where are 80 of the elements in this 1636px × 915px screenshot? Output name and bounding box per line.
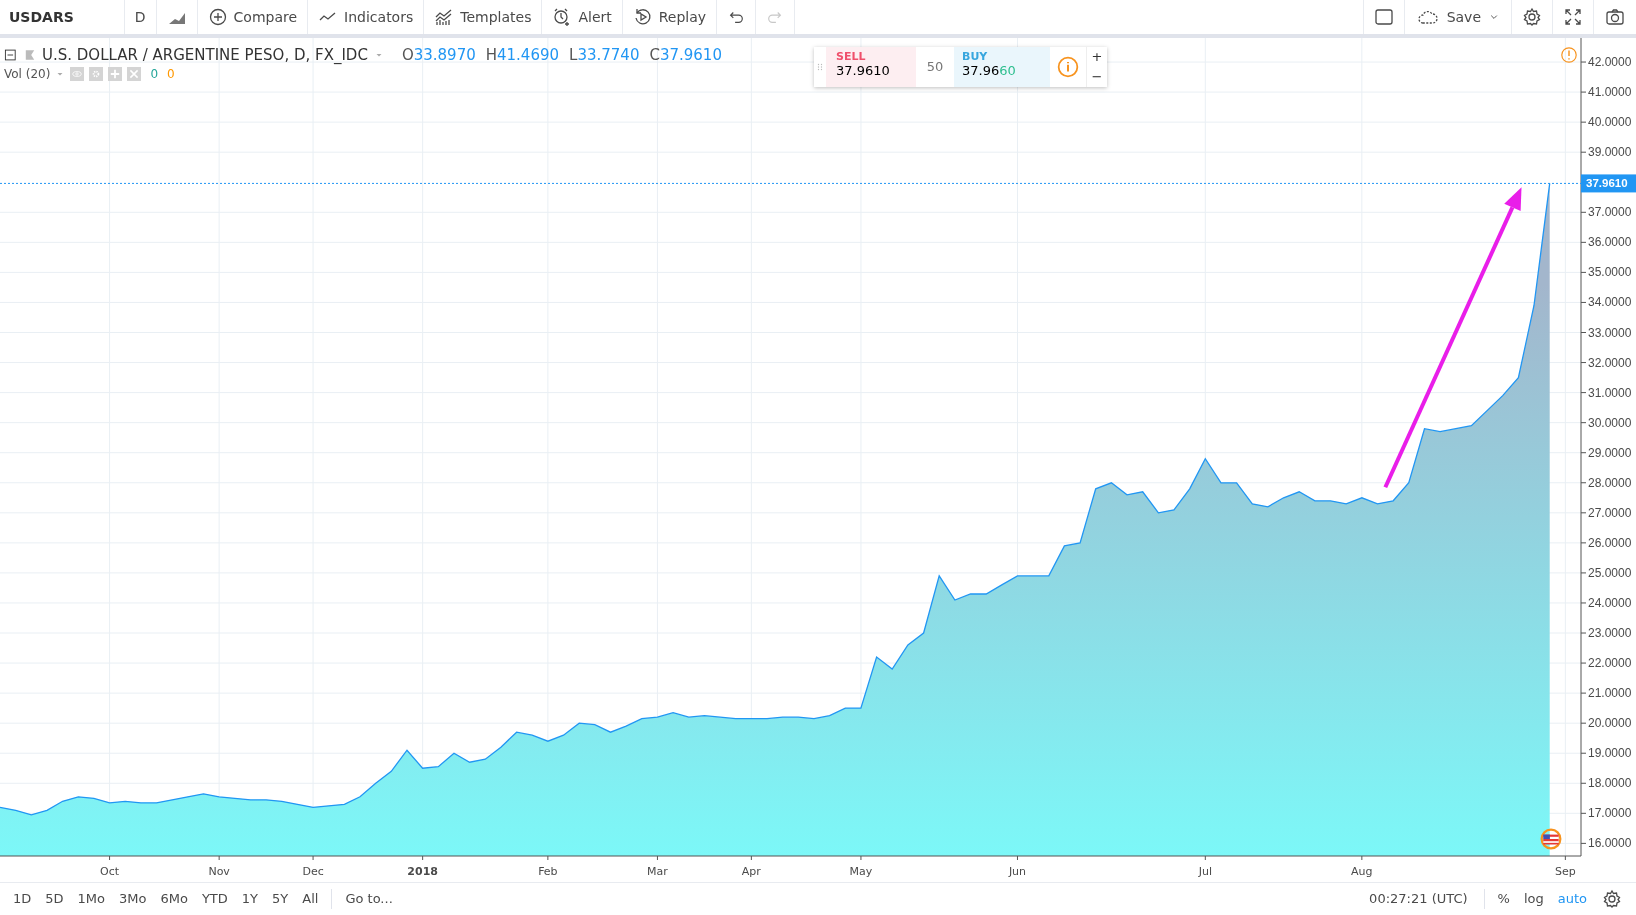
sell-button[interactable]: SELL 37.9610 bbox=[826, 46, 916, 87]
goto-button[interactable]: Go to... bbox=[338, 891, 400, 907]
range-button[interactable]: 5D bbox=[38, 891, 71, 907]
axis-label: 25.0000 bbox=[1588, 565, 1632, 580]
current-price-label: 37.9610 bbox=[1581, 173, 1636, 192]
ref-line-label: 37.9610 bbox=[1586, 176, 1628, 189]
range-button[interactable]: 6Mo bbox=[153, 891, 195, 907]
camera-icon bbox=[1604, 6, 1626, 27]
scale-toggle[interactable]: % bbox=[1490, 891, 1517, 907]
plus-glyph-icon bbox=[109, 67, 122, 80]
axis-label: Apr bbox=[741, 864, 761, 878]
decrease-button[interactable]: − bbox=[1087, 66, 1107, 87]
axis-label: Oct bbox=[100, 864, 120, 878]
axis-label: Jul bbox=[1198, 864, 1212, 878]
axis-label: Dec bbox=[302, 864, 324, 878]
plus-circle-icon bbox=[207, 6, 228, 27]
replay-icon bbox=[632, 6, 653, 27]
axis-label: 21.0000 bbox=[1588, 685, 1632, 700]
axis-label: 23.0000 bbox=[1588, 625, 1632, 640]
axis-label: 32.0000 bbox=[1588, 355, 1632, 370]
fullscreen-icon bbox=[1563, 6, 1583, 27]
square-icon bbox=[1373, 6, 1394, 27]
axis-label: 24.0000 bbox=[1588, 595, 1632, 610]
axis-label: Jun bbox=[1008, 864, 1027, 878]
axis-label: 22.0000 bbox=[1588, 655, 1632, 670]
study-value: 0 bbox=[167, 66, 175, 81]
axis-label: 16.0000 bbox=[1588, 835, 1632, 850]
flag-icon bbox=[24, 48, 36, 61]
axis-label: 40.0000 bbox=[1588, 114, 1632, 129]
axis-label: 36.0000 bbox=[1588, 234, 1632, 249]
axis-label: 26.0000 bbox=[1588, 535, 1632, 550]
flag-badge-icon bbox=[1540, 827, 1562, 850]
axis-label: 18.0000 bbox=[1588, 775, 1632, 790]
axis-label: Nov bbox=[208, 864, 230, 878]
axis-label: 29.0000 bbox=[1588, 445, 1632, 460]
range-button[interactable]: YTD bbox=[194, 891, 235, 907]
study-label[interactable]: Vol (20) bbox=[4, 66, 51, 81]
spread-value: 50 bbox=[925, 58, 945, 76]
axis-label: 19.0000 bbox=[1588, 745, 1632, 760]
axis-label: Feb bbox=[538, 864, 558, 878]
axis-label: 31.0000 bbox=[1588, 385, 1632, 400]
axis-label: May bbox=[849, 864, 873, 878]
ohlc-value: L33.7740 bbox=[569, 45, 640, 64]
ohlc-value: C37.9610 bbox=[649, 45, 722, 64]
gear-icon bbox=[1522, 6, 1542, 27]
axis-label: 30.0000 bbox=[1588, 415, 1632, 430]
increase-button[interactable]: + bbox=[1087, 46, 1107, 67]
axis-label: 39.0000 bbox=[1588, 144, 1632, 159]
range-button[interactable]: 5Y bbox=[265, 891, 296, 907]
buy-button[interactable]: BUY 37.9660 bbox=[954, 46, 1050, 87]
range-button[interactable]: 1D bbox=[6, 891, 39, 907]
range-button[interactable]: 1Mo bbox=[70, 891, 112, 907]
scale-toggle[interactable]: log bbox=[1516, 891, 1551, 907]
range-button[interactable]: All bbox=[295, 891, 326, 907]
ohlc-value: O33.8970 bbox=[401, 45, 476, 64]
axis-label: 41.0000 bbox=[1588, 84, 1632, 99]
warning-icon bbox=[1560, 45, 1578, 64]
study-value: 0 bbox=[150, 66, 159, 81]
axis-label: 42.0000 bbox=[1588, 54, 1632, 69]
ohlc-value: H41.4690 bbox=[485, 45, 560, 64]
axis-label: Sep bbox=[1555, 864, 1576, 878]
axis-label: Mar bbox=[647, 864, 668, 878]
axis-label: 20.0000 bbox=[1588, 715, 1632, 730]
axis-label: 2018 bbox=[407, 864, 438, 878]
x-glyph-icon bbox=[128, 67, 141, 80]
axis-label: 33.0000 bbox=[1588, 325, 1632, 339]
info-icon bbox=[1057, 55, 1079, 78]
axis-label: 27.0000 bbox=[1588, 505, 1632, 520]
axis-label: 37.0000 bbox=[1588, 204, 1632, 219]
range-button[interactable]: 1Y bbox=[234, 891, 266, 907]
axis-label: Aug bbox=[1351, 864, 1373, 878]
collapse-icon bbox=[4, 47, 18, 62]
axis-label: 17.0000 bbox=[1588, 805, 1632, 820]
axis-label: 28.0000 bbox=[1588, 475, 1632, 490]
clock-time: 00:27:21 (UTC) bbox=[1369, 891, 1469, 907]
range-button[interactable]: 3Mo bbox=[112, 891, 154, 907]
symbol-title[interactable]: U.S. DOLLAR / ARGENTINE PESO, D, FX_IDC bbox=[42, 45, 368, 64]
gear-icon bbox=[1602, 888, 1622, 909]
axis-label: 35.0000 bbox=[1588, 264, 1632, 279]
axis-label: 34.0000 bbox=[1588, 294, 1632, 309]
